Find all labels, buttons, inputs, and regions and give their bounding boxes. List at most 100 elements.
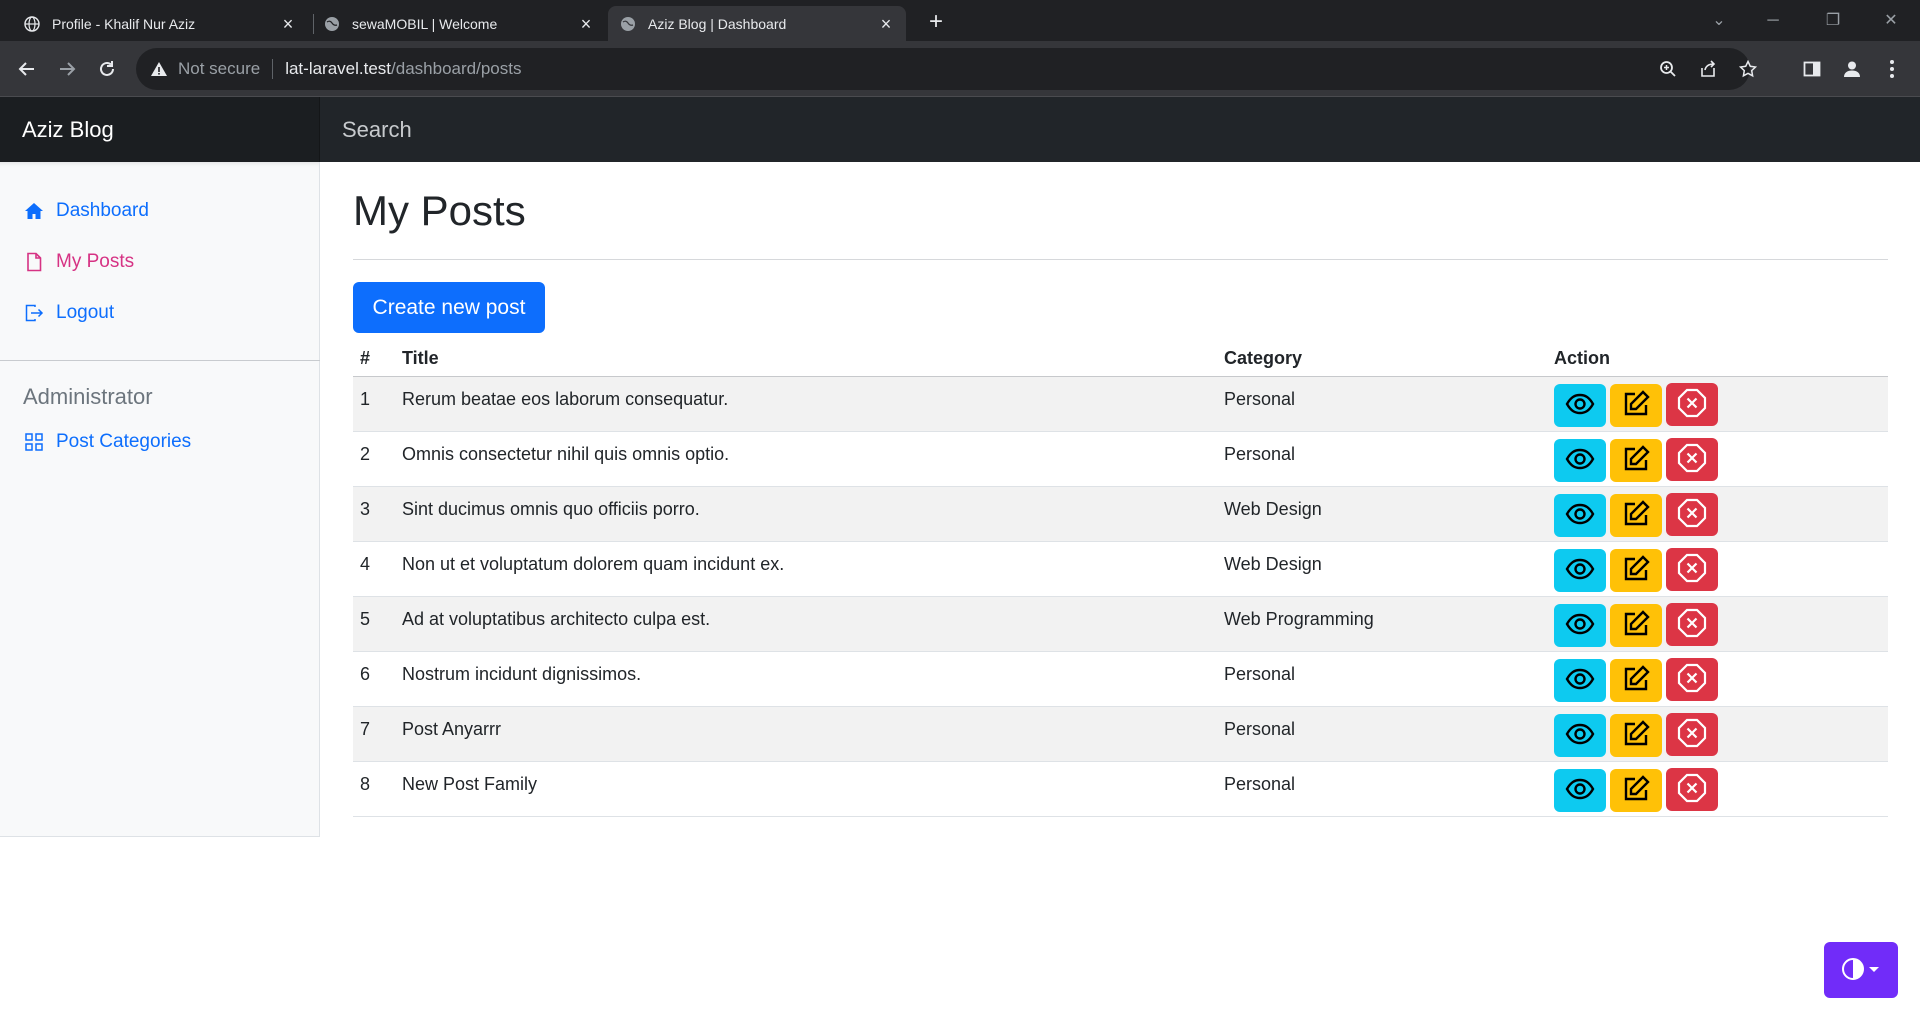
edit-icon: [1621, 664, 1651, 697]
close-icon[interactable]: ×: [578, 15, 594, 33]
edit-post-button[interactable]: [1610, 603, 1662, 647]
row-actions: [1547, 431, 1888, 487]
new-tab-button[interactable]: +: [922, 9, 950, 37]
browser-tab[interactable]: Profile - Khalif Nur Aziz ×: [12, 6, 308, 41]
close-icon[interactable]: ×: [878, 15, 894, 33]
view-post-button[interactable]: [1554, 768, 1606, 812]
edit-post-button[interactable]: [1610, 548, 1662, 592]
browser-tab-bar: Profile - Khalif Nur Aziz × sewaMOBIL | …: [0, 0, 1920, 41]
theme-toggle-button[interactable]: [1824, 942, 1898, 998]
delete-post-button[interactable]: [1666, 382, 1718, 426]
row-number: 3: [353, 486, 395, 542]
view-post-button[interactable]: [1554, 603, 1606, 647]
warning-icon[interactable]: [150, 60, 168, 78]
address-bar[interactable]: Not secure lat-laravel.test/dashboard/po…: [136, 48, 1757, 90]
delete-post-button[interactable]: [1666, 712, 1718, 756]
column-header-number: #: [353, 340, 395, 377]
sidebar-divider: [0, 360, 320, 361]
url-host: lat-laravel.test: [285, 59, 392, 78]
forward-icon[interactable]: [52, 54, 82, 84]
app-navbar: Aziz Blog: [0, 97, 1920, 162]
table-row: 5 Ad at voluptatibus architecto culpa est…: [353, 596, 1888, 652]
table-row: 1 Rerum beatae eos laborum consequatur. Pe…: [353, 376, 1888, 432]
close-icon[interactable]: ×: [280, 15, 296, 33]
reload-icon[interactable]: [92, 54, 122, 84]
sidebar-item-label: Dashboard: [56, 200, 149, 221]
back-icon[interactable]: [12, 54, 42, 84]
edit-post-button[interactable]: [1610, 438, 1662, 482]
brand-link[interactable]: Aziz Blog: [0, 97, 320, 162]
table-header-row: # Title Category Action: [353, 340, 1888, 377]
row-number: 2: [353, 431, 395, 487]
file-icon: [24, 252, 44, 272]
view-post-button[interactable]: [1554, 438, 1606, 482]
eye-icon: [1565, 774, 1595, 807]
delete-post-button[interactable]: [1666, 767, 1718, 811]
x-octagon-icon: [1676, 662, 1708, 697]
sidebar-item-post-categories[interactable]: Post Categories: [24, 427, 191, 457]
post-category: Personal: [1217, 706, 1547, 762]
column-header-category: Category: [1217, 340, 1547, 377]
kebab-menu-icon[interactable]: [1878, 55, 1906, 83]
globe-icon: [620, 16, 636, 32]
delete-post-button[interactable]: [1666, 657, 1718, 701]
restore-icon[interactable]: ❐: [1820, 8, 1846, 34]
column-header-action: Action: [1547, 340, 1888, 377]
sidebar-item-logout[interactable]: Logout: [24, 298, 114, 328]
post-title: Rerum beatae eos laborum consequatur.: [395, 376, 1217, 432]
search-input[interactable]: [320, 97, 1920, 162]
view-post-button[interactable]: [1554, 548, 1606, 592]
view-post-button[interactable]: [1554, 658, 1606, 702]
post-category: Personal: [1217, 431, 1547, 487]
post-category: Personal: [1217, 761, 1547, 817]
view-post-button[interactable]: [1554, 713, 1606, 757]
edit-post-button[interactable]: [1610, 658, 1662, 702]
table-row: 4 Non ut et voluptatum dolorem quam incid…: [353, 541, 1888, 597]
tab-title: sewaMOBIL | Welcome: [352, 15, 498, 32]
side-panel-icon[interactable]: [1798, 55, 1826, 83]
eye-icon: [1565, 499, 1595, 532]
row-actions: [1547, 486, 1888, 542]
delete-post-button[interactable]: [1666, 437, 1718, 481]
star-icon[interactable]: [1736, 57, 1760, 81]
tab-title: Aziz Blog | Dashboard: [648, 15, 787, 32]
x-octagon-icon: [1676, 772, 1708, 807]
create-post-button[interactable]: Create new post: [353, 282, 545, 333]
sidebar: Dashboard My Posts Logout Administrator …: [0, 162, 320, 837]
row-number: 7: [353, 706, 395, 762]
edit-icon: [1621, 774, 1651, 807]
chevron-down-icon[interactable]: ⌄: [1706, 8, 1732, 34]
post-category: Web Design: [1217, 486, 1547, 542]
minimize-icon[interactable]: ─: [1760, 8, 1786, 34]
browser-tab[interactable]: sewaMOBIL | Welcome ×: [312, 6, 606, 41]
row-actions: [1547, 651, 1888, 707]
table-row: 8 New Post Family Personal: [353, 761, 1888, 817]
browser-toolbar: Not secure lat-laravel.test/dashboard/po…: [0, 41, 1920, 97]
profile-icon[interactable]: [1838, 55, 1866, 83]
close-window-icon[interactable]: ✕: [1878, 8, 1904, 34]
edit-icon: [1621, 554, 1651, 587]
x-octagon-icon: [1676, 387, 1708, 422]
edit-post-button[interactable]: [1610, 383, 1662, 427]
home-icon: [24, 201, 44, 221]
edit-icon: [1621, 389, 1651, 422]
edit-post-button[interactable]: [1610, 768, 1662, 812]
delete-post-button[interactable]: [1666, 492, 1718, 536]
delete-post-button[interactable]: [1666, 547, 1718, 591]
post-title: New Post Family: [395, 761, 1217, 817]
view-post-button[interactable]: [1554, 383, 1606, 427]
tab-title: Profile - Khalif Nur Aziz: [52, 15, 196, 32]
sidebar-item-dashboard[interactable]: Dashboard: [24, 196, 149, 226]
share-icon[interactable]: [1696, 57, 1720, 81]
zoom-icon[interactable]: [1656, 57, 1680, 81]
view-post-button[interactable]: [1554, 493, 1606, 537]
delete-post-button[interactable]: [1666, 602, 1718, 646]
x-octagon-icon: [1676, 717, 1708, 752]
sidebar-item-my-posts[interactable]: My Posts: [24, 247, 134, 277]
edit-post-button[interactable]: [1610, 493, 1662, 537]
row-number: 4: [353, 541, 395, 597]
post-title: Post Anyarrr: [395, 706, 1217, 762]
edit-post-button[interactable]: [1610, 713, 1662, 757]
post-title: Omnis consectetur nihil quis omnis optio…: [395, 431, 1217, 487]
browser-tab-active[interactable]: Aziz Blog | Dashboard ×: [608, 6, 906, 41]
